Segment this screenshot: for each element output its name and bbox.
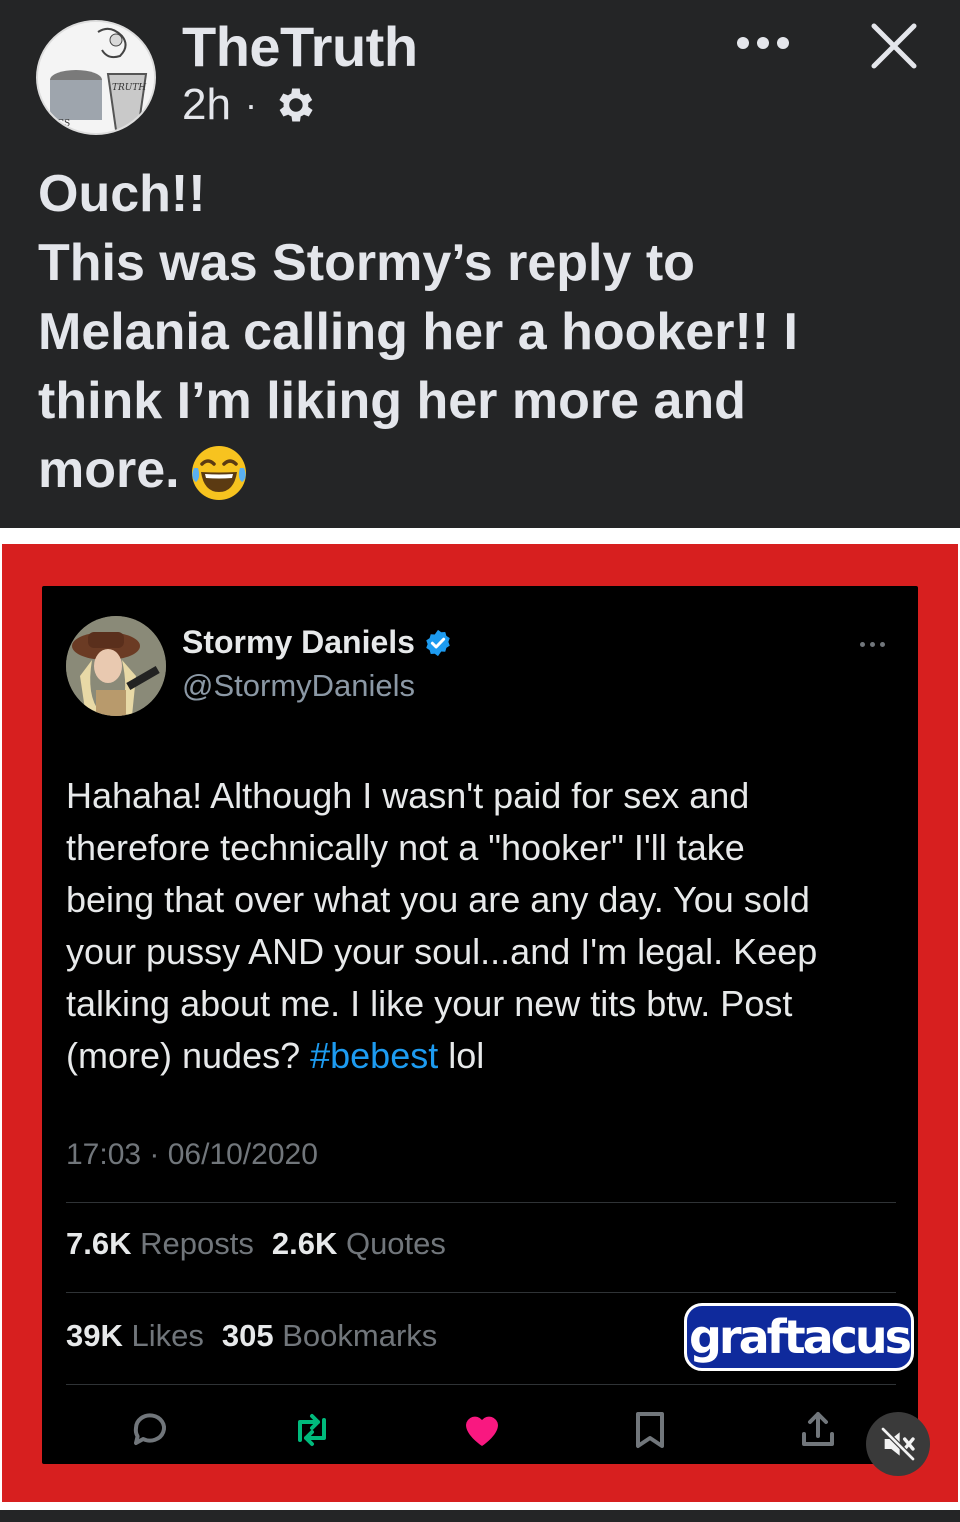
tweet-body-text: lol <box>438 1035 485 1076</box>
bookmark-icon <box>626 1406 674 1454</box>
meta-separator: · <box>244 84 257 125</box>
laughing-tears-emoji-icon <box>188 442 250 504</box>
mute-toggle-button[interactable] <box>866 1412 930 1476</box>
caption-line: This was Stormy’s reply to <box>38 234 695 292</box>
tweet-body-line: Hahaha! Although I wasn't paid for sex a… <box>66 775 750 816</box>
caption-line: think I’m liking her more and <box>38 372 746 430</box>
post-header: TRUTH ITICS TheTruth 2h · Ouch!! This wa… <box>0 0 960 528</box>
stat-label: Likes <box>131 1318 204 1353</box>
stat-label: Quotes <box>345 1226 446 1261</box>
more-dot <box>737 37 749 49</box>
stat-label: Bookmarks <box>282 1318 438 1353</box>
caption-line: Melania calling her a hooker!! I <box>38 303 798 361</box>
tweet-divider <box>66 1384 896 1385</box>
share-icon <box>794 1406 842 1454</box>
tweet-timestamp: 17:03 · 06/10/2020 <box>66 1138 318 1171</box>
tweet-divider <box>66 1292 896 1293</box>
caption-line: more. <box>38 441 180 499</box>
tweet-divider <box>66 1202 896 1203</box>
stat-quotes: 2.6K Quotes <box>272 1226 446 1262</box>
close-icon[interactable] <box>862 14 926 78</box>
watermark-logo: graftacus <box>684 1303 914 1371</box>
author-avatar[interactable]: TRUTH ITICS <box>36 20 156 135</box>
stat-value: 2.6K <box>271 1226 338 1261</box>
avatar-text-truth: TRUTH <box>112 83 146 93</box>
stat-value: 305 <box>221 1318 274 1353</box>
tweet-stats-row-1: 7.6K Reposts 2.6K Quotes <box>66 1226 446 1262</box>
more-options-button[interactable] <box>728 28 798 58</box>
tweet-body-text: (more) nudes? <box>66 1035 311 1076</box>
repost-icon <box>288 1406 336 1454</box>
tweet-author-handle: @StormyDaniels <box>182 668 416 703</box>
avatar-text-itics: ITICS <box>44 119 70 129</box>
muted-speaker-icon <box>881 1427 915 1461</box>
stat-likes: 39K Likes <box>66 1318 204 1354</box>
tweet-stats-row-2: 39K Likes 305 Bookmarks <box>66 1318 437 1354</box>
reply-icon <box>126 1406 174 1454</box>
stat-label: Reposts <box>140 1226 254 1261</box>
bottom-bar <box>0 1510 960 1522</box>
verified-badge-icon <box>426 629 450 656</box>
tweet-body: Hahaha! Although I wasn't paid for sex a… <box>66 770 896 1082</box>
tweet-body-line: your pussy AND your soul...and I'm legal… <box>66 931 818 972</box>
tweet-action-bar <box>66 1406 896 1454</box>
tweet-body-line-last: (more) nudes? #bebest lol <box>66 1030 896 1082</box>
tweet-body-line: being that over what you are any day. Yo… <box>66 879 810 920</box>
heart-icon <box>458 1406 506 1454</box>
stat-value: 39K <box>66 1318 123 1353</box>
caption-line: Ouch!! <box>38 165 206 223</box>
tweet-author-name: Stormy Daniels <box>182 624 453 661</box>
post-time[interactable]: 2h <box>182 80 231 130</box>
tweet-more-dot <box>860 641 865 647</box>
tweet-author-avatar <box>66 616 166 716</box>
caption-line-last: more. <box>38 436 928 505</box>
tweet-author-name-text: Stormy Daniels <box>182 624 415 660</box>
tweet-more-dot <box>880 641 885 647</box>
tweet-body-line: therefore technically not a "hooker" I'l… <box>66 827 745 868</box>
more-dot <box>757 37 769 49</box>
post-meta: 2h · <box>182 80 317 130</box>
gear-icon[interactable] <box>271 82 317 128</box>
stat-value: 7.6K <box>66 1226 132 1261</box>
post-caption: Ouch!! This was Stormy’s reply to Melani… <box>38 160 928 505</box>
more-dot <box>777 37 789 49</box>
stat-bookmarks: 305 Bookmarks <box>222 1318 437 1354</box>
tweet-body-line: talking about me. I like your new tits b… <box>66 983 793 1024</box>
tweet-more-dot <box>870 641 875 647</box>
stat-reposts: 7.6K Reposts <box>66 1226 254 1262</box>
tweet-more-icon <box>860 636 896 652</box>
tweet-hashtag: #bebest <box>310 1035 439 1076</box>
author-name[interactable]: TheTruth <box>182 14 418 79</box>
